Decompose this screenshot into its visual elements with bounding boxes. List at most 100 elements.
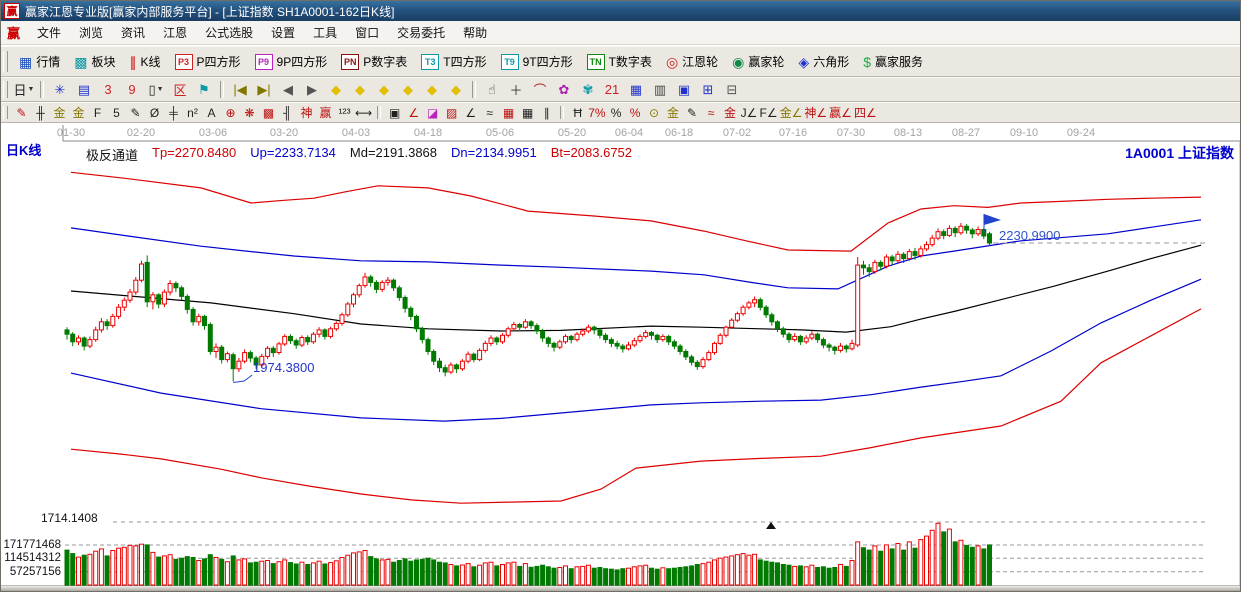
candle-body [512, 325, 516, 329]
volume-bar [306, 565, 310, 586]
candle-body [684, 352, 688, 357]
candle-body [483, 343, 487, 350]
candle-body [225, 354, 229, 360]
volume-bar [884, 545, 888, 585]
candle-body [386, 280, 390, 282]
candle-body [88, 340, 92, 347]
volume-bar [77, 557, 81, 585]
candle-body [724, 327, 728, 335]
candle-body [208, 325, 212, 352]
volume-bar [140, 544, 144, 585]
candle-body [369, 277, 373, 282]
candle-body [741, 307, 745, 314]
candle-body [432, 352, 436, 362]
volume-bar [770, 562, 774, 585]
candle-body [145, 262, 149, 301]
candle-body [804, 338, 808, 342]
volume-bar [329, 563, 333, 585]
candle-body [248, 353, 252, 358]
candle-body [231, 355, 235, 369]
candle-body [449, 365, 453, 372]
candle-body [214, 347, 218, 351]
volume-bar [575, 567, 579, 585]
volume-bar [300, 562, 304, 585]
volume-bar [781, 565, 785, 586]
date-tick: 03-20 [270, 127, 298, 139]
volume-bar [529, 567, 533, 585]
volume-bar [747, 555, 751, 585]
chart-canvas[interactable] [1, 1, 1241, 592]
candle-body [438, 361, 442, 368]
volume-bar [793, 566, 797, 585]
volume-bar [455, 566, 459, 585]
volume-bar [621, 569, 625, 585]
volume-bar [810, 565, 814, 585]
candle-body [392, 280, 396, 288]
volume-bar [862, 548, 866, 585]
volume-bar [237, 560, 241, 585]
volume-bar [753, 554, 757, 585]
volume-bar [203, 559, 207, 585]
volume-bar [271, 564, 275, 585]
candle-body [243, 353, 247, 362]
candle-body [947, 228, 951, 235]
volume-bar [804, 567, 808, 585]
volume-bar [558, 568, 562, 586]
volume-bar [965, 545, 969, 585]
volume-bar [501, 565, 505, 586]
volume-bar [105, 556, 109, 585]
volume-bar [489, 562, 493, 585]
volume-bar [334, 561, 338, 585]
volume-bar [88, 554, 92, 585]
candle-body [151, 295, 155, 302]
candle-body [747, 303, 751, 307]
candle-body [134, 280, 138, 292]
volume-bar [655, 569, 659, 585]
volume-bar [902, 550, 906, 585]
volume-bar [323, 564, 327, 585]
volume-bar [907, 542, 911, 585]
candle-body [105, 322, 109, 326]
volume-bar [592, 568, 596, 585]
volume-bar [672, 568, 676, 585]
date-tick: 07-30 [837, 127, 865, 139]
volume-bar [581, 566, 585, 585]
volume-bar [644, 565, 648, 585]
volume-bar [134, 546, 138, 585]
candle-body [575, 334, 579, 339]
candle-body [678, 346, 682, 351]
candle-body [317, 330, 321, 334]
volume-bar [523, 564, 527, 585]
volume-bar [168, 555, 172, 585]
candle-body [466, 354, 470, 361]
volume-bar [535, 566, 539, 585]
volume-bar [839, 565, 843, 586]
volume-bar [409, 561, 413, 585]
volume-bar [443, 563, 447, 585]
volume-bar [936, 523, 940, 585]
candle-body [833, 347, 837, 350]
candle-body [558, 342, 562, 347]
volume-bar [71, 554, 75, 585]
candle-body [856, 265, 860, 345]
candle-body [930, 238, 934, 245]
volume-bar [117, 548, 121, 585]
candle-body [300, 338, 304, 346]
candle-body [191, 309, 195, 321]
volume-bar [667, 569, 671, 585]
candle-body [220, 347, 224, 359]
volume-bar [919, 540, 923, 585]
candle-body [289, 336, 293, 340]
volume-bar [214, 558, 218, 586]
candle-body [374, 282, 378, 289]
volume-bar [598, 568, 602, 586]
candle-body [478, 350, 482, 359]
volume-bar [541, 565, 545, 585]
volume-bar [386, 559, 390, 585]
volume-bar [369, 557, 373, 585]
indicator-value-0: Tp=2270.8480 [152, 145, 236, 164]
date-tick: 06-18 [665, 127, 693, 139]
candle-body [271, 348, 275, 352]
indicator-value-4: Bt=2083.6752 [551, 145, 632, 164]
volume-bar [798, 566, 802, 585]
